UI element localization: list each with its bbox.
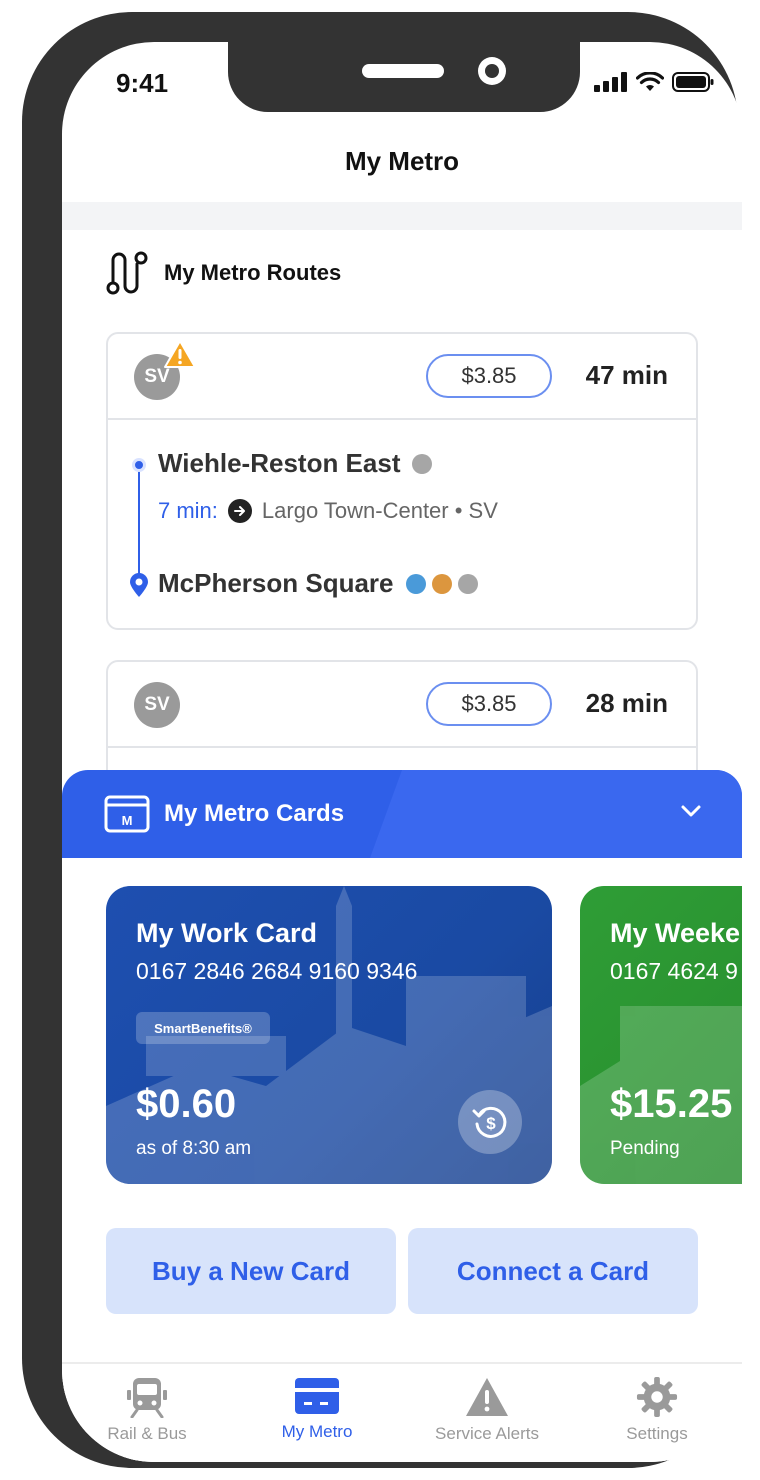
route-card[interactable]: SV $3.85 47 min Wiehle-Reston East 7 min… xyxy=(106,332,698,630)
app-screen: 9:41 My Metro My Metro Routes SV $3.85 4… xyxy=(62,42,742,1462)
signal-icon xyxy=(594,72,627,92)
trip-duration: 28 min xyxy=(585,688,668,718)
battery-icon xyxy=(672,72,714,92)
destination-station: McPherson Square xyxy=(158,568,478,599)
route-icon xyxy=(106,251,148,295)
tab-bar: Rail & Bus My Metro Service Alerts Setti… xyxy=(62,1362,742,1462)
tab-rail-bus[interactable]: Rail & Bus xyxy=(62,1364,232,1462)
destination-pin-icon xyxy=(130,573,148,597)
arrow-right-icon xyxy=(227,499,252,523)
line-dots xyxy=(405,573,478,594)
tab-settings[interactable]: Settings xyxy=(572,1364,742,1462)
tab-label: Rail & Bus xyxy=(107,1424,187,1443)
warning-icon xyxy=(466,1378,508,1416)
status-time: 9:41 xyxy=(116,68,169,98)
route-line xyxy=(138,464,140,582)
trip-duration: 47 min xyxy=(585,360,668,390)
origin-station: Wiehle-Reston East xyxy=(158,448,433,479)
route-card-header: SV $3.85 47 min xyxy=(108,334,696,420)
tab-label: Service Alerts xyxy=(435,1424,539,1443)
status-icons xyxy=(594,72,714,92)
card-icon xyxy=(295,1378,339,1414)
smartbenefits-badge: SmartBenefits® xyxy=(136,1012,270,1044)
page-title: My Metro xyxy=(344,146,460,176)
phone-frame: 9:41 My Metro My Metro Routes SV $3.85 4… xyxy=(22,12,742,1468)
orange-line-dot xyxy=(431,573,452,594)
routes-section-title: My Metro Routes xyxy=(164,260,342,285)
transfer-minutes: 7 min: xyxy=(158,498,218,523)
card-number: 0167 4624 9 xyxy=(610,958,738,984)
destination-station-name: McPherson Square xyxy=(158,568,394,598)
metro-cards-panel: M My Metro Cards My Work Card 0167 2846 … xyxy=(62,770,742,1462)
tab-my-metro[interactable]: My Metro xyxy=(232,1364,402,1462)
card-name: My Weeke xyxy=(610,918,741,948)
metro-cards-title: My Metro Cards xyxy=(164,800,345,827)
card-status: Pending xyxy=(610,1138,680,1159)
gear-icon xyxy=(636,1376,678,1418)
silver-line-dot xyxy=(412,453,433,474)
reload-dollar-icon: $ xyxy=(472,1106,507,1138)
route-card-header: SV $3.85 28 min xyxy=(108,662,696,748)
card-balance: $15.25 xyxy=(610,1082,733,1126)
wifi-icon xyxy=(636,72,664,91)
origin-station-name: Wiehle-Reston East xyxy=(158,448,401,478)
metro-card-icon: M xyxy=(104,795,150,833)
tab-label: My Metro xyxy=(281,1422,353,1441)
blue-line-dot xyxy=(405,573,426,594)
metro-card-work[interactable]: My Work Card 0167 2846 2684 9160 9346 Sm… xyxy=(106,886,552,1184)
buy-new-card-button[interactable]: Buy a New Card xyxy=(106,1228,396,1314)
metro-card-weekend[interactable]: My Weeke 0167 4624 9 $15.25 Pending xyxy=(580,886,742,1184)
svg-text:M: M xyxy=(122,813,133,828)
silver-line-dot xyxy=(457,573,478,594)
section-divider xyxy=(62,202,742,230)
line-badge: SV xyxy=(134,682,180,728)
tab-service-alerts[interactable]: Service Alerts xyxy=(402,1364,572,1462)
origin-dot-icon xyxy=(132,458,146,472)
route-card-body: Wiehle-Reston East 7 min: Largo Town-Cen… xyxy=(108,420,696,628)
tab-label: Settings xyxy=(626,1424,688,1443)
routes-section-header: My Metro Routes xyxy=(104,250,341,296)
transfer-info: 7 min: Largo Town-Center • SV xyxy=(158,498,498,524)
camera-icon xyxy=(478,57,506,85)
speaker-grille xyxy=(362,64,444,78)
train-icon xyxy=(127,1378,167,1418)
fare-pill: $3.85 xyxy=(426,354,552,398)
card-number: 0167 2846 2684 9160 9346 xyxy=(136,958,418,984)
transfer-direction: Largo Town-Center • SV xyxy=(261,498,498,523)
device-notch xyxy=(228,42,580,112)
card-name: My Work Card xyxy=(136,918,318,948)
connect-card-button[interactable]: Connect a Card xyxy=(408,1228,698,1314)
reload-balance-button[interactable]: $ xyxy=(458,1090,522,1154)
svg-text:$: $ xyxy=(486,1114,496,1133)
card-balance: $0.60 xyxy=(136,1082,237,1126)
card-balance-timestamp: as of 8:30 am xyxy=(136,1138,252,1159)
alert-icon xyxy=(164,340,196,368)
chevron-down-icon[interactable] xyxy=(680,804,702,818)
fare-pill: $3.85 xyxy=(426,682,552,726)
metro-cards-header[interactable]: M My Metro Cards xyxy=(62,770,742,858)
